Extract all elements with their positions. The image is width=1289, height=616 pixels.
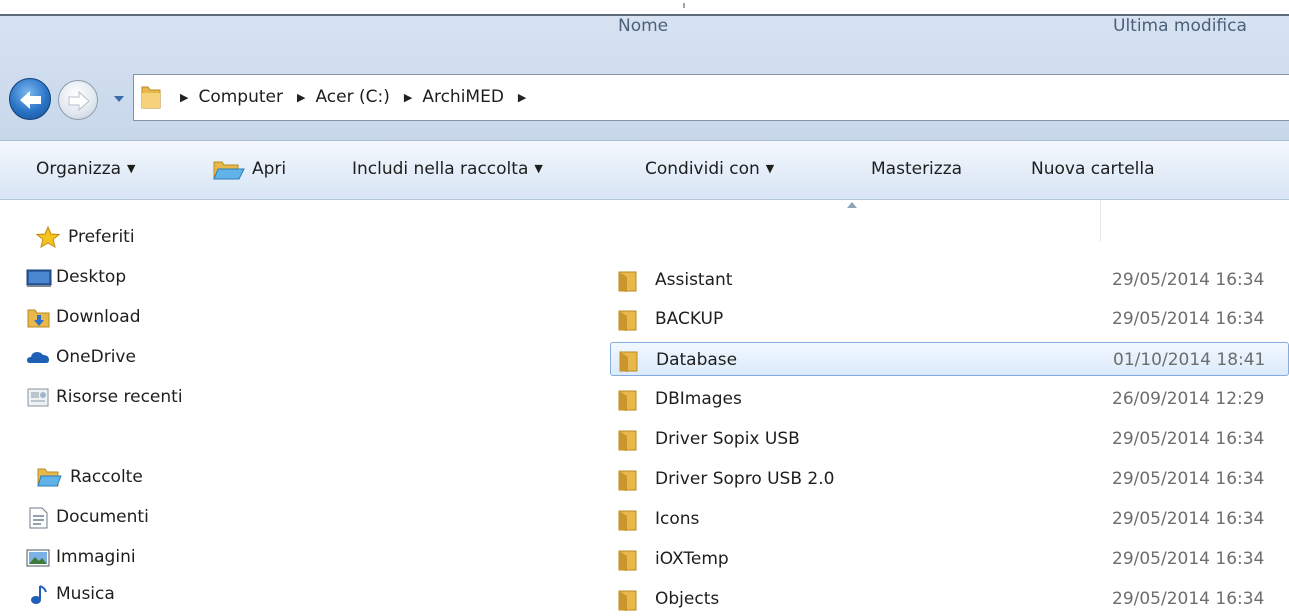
file-row[interactable]: iOXTemp 29/05/2014 16:34 <box>610 542 1289 576</box>
file-name: Icons <box>655 509 700 529</box>
folder-icon <box>618 550 637 571</box>
chevron-down-icon: ▼ <box>127 162 136 175</box>
back-button[interactable] <box>9 78 51 120</box>
desktop-icon <box>26 269 52 287</box>
breadcrumb-arrow-icon[interactable]: ▶ <box>180 91 188 104</box>
sidebar-group-label: Raccolte <box>70 467 143 487</box>
sidebar-item-desktop[interactable]: Desktop <box>26 267 127 287</box>
include-in-library-button[interactable]: Includi nella raccolta ▼ <box>352 159 543 179</box>
new-folder-button[interactable]: Nuova cartella <box>1031 159 1155 179</box>
sidebar-item-label: Immagini <box>56 547 136 567</box>
libraries-icon <box>37 468 62 487</box>
pictures-icon <box>26 549 50 567</box>
file-row-selected[interactable]: Database 01/10/2014 18:41 <box>610 342 1289 376</box>
file-row[interactable]: Driver Sopix USB 29/05/2014 16:34 <box>610 422 1289 456</box>
sidebar-item-label: Documenti <box>56 507 149 527</box>
music-icon <box>31 585 47 604</box>
open-folder-icon[interactable] <box>212 158 246 182</box>
file-row[interactable]: Objects 29/05/2014 16:34 <box>610 582 1289 616</box>
sidebar-item-label: Download <box>56 307 141 327</box>
file-name: Objects <box>655 589 720 609</box>
file-name: Database <box>656 350 738 370</box>
sidebar-item-music[interactable]: Musica <box>31 584 115 604</box>
breadcrumb-archimed[interactable]: ArchiMED <box>422 87 504 107</box>
sort-ascending-icon <box>847 202 857 208</box>
window-grip <box>683 3 685 8</box>
file-name: BACKUP <box>655 309 724 329</box>
documents-icon <box>29 507 48 529</box>
onedrive-icon <box>27 352 49 363</box>
breadcrumb: ▶ Computer ▶ Acer (C:) ▶ ArchiMED ▶ <box>180 87 536 107</box>
file-name: Driver Sopix USB <box>655 429 800 449</box>
breadcrumb-arrow-icon[interactable]: ▶ <box>518 91 526 104</box>
sidebar-group-favorites[interactable]: Preferiti <box>36 226 135 248</box>
sidebar-group-libraries[interactable]: Raccolte <box>36 466 143 488</box>
chevron-down-icon: ▼ <box>765 162 775 175</box>
file-row[interactable]: Driver Sopro USB 2.0 29/05/2014 16:34 <box>610 462 1289 496</box>
file-modified: 26/09/2014 12:29 <box>1112 389 1265 409</box>
window-top-edge <box>0 0 1289 16</box>
recent-pages-chevron-icon[interactable] <box>113 93 125 105</box>
folder-icon <box>618 590 637 611</box>
open-button[interactable]: Apri <box>252 159 286 179</box>
chevron-down-icon: ▼ <box>534 162 543 175</box>
file-modified: 29/05/2014 16:34 <box>1112 469 1265 489</box>
column-divider[interactable] <box>1100 200 1101 242</box>
burn-button[interactable]: Masterizza <box>871 159 962 179</box>
breadcrumb-arrow-icon[interactable]: ▶ <box>297 91 305 104</box>
sidebar-item-label: Musica <box>56 584 115 604</box>
breadcrumb-arrow-icon[interactable]: ▶ <box>404 91 412 104</box>
sidebar-item-pictures[interactable]: Immagini <box>26 547 136 567</box>
file-modified: 29/05/2014 16:34 <box>1112 589 1265 609</box>
file-modified: 29/05/2014 16:34 <box>1112 429 1265 449</box>
sidebar-item-recent-places[interactable]: Risorse recenti <box>27 387 183 407</box>
address-box[interactable]: ▶ Computer ▶ Acer (C:) ▶ ArchiMED ▶ <box>133 74 1289 121</box>
file-modified: 29/05/2014 16:34 <box>1112 549 1265 569</box>
file-name: iOXTemp <box>655 549 729 569</box>
sidebar-item-documents[interactable]: Documenti <box>29 507 149 529</box>
folder-icon <box>141 86 161 109</box>
include-in-library-label: Includi nella raccolta <box>352 159 529 179</box>
sidebar-item-label: Desktop <box>56 267 127 287</box>
sidebar-item-download[interactable]: Download <box>27 307 141 328</box>
file-modified: 29/05/2014 16:34 <box>1112 509 1265 529</box>
sidebar-item-label: Risorse recenti <box>56 387 183 407</box>
folder-icon <box>618 390 637 411</box>
forward-arrow-icon <box>68 90 90 112</box>
breadcrumb-drive[interactable]: Acer (C:) <box>315 87 389 107</box>
folder-icon <box>619 351 638 372</box>
star-icon <box>36 226 60 248</box>
file-name: Driver Sopro USB 2.0 <box>655 469 835 489</box>
sidebar-item-label: OneDrive <box>56 347 136 367</box>
organize-button[interactable]: Organizza ▼ <box>36 159 136 179</box>
share-with-label: Condividi con <box>645 159 760 179</box>
sidebar-group-label: Preferiti <box>68 227 135 247</box>
file-modified: 29/05/2014 16:34 <box>1112 270 1265 290</box>
file-row[interactable]: BACKUP 29/05/2014 16:34 <box>610 302 1289 336</box>
organize-label: Organizza <box>36 159 122 179</box>
file-row[interactable]: Icons 29/05/2014 16:34 <box>610 502 1289 536</box>
folder-icon <box>618 470 637 491</box>
file-modified: 01/10/2014 18:41 <box>1113 350 1266 370</box>
share-with-button[interactable]: Condividi con ▼ <box>645 159 774 179</box>
folder-icon <box>618 430 637 451</box>
file-row[interactable]: DBImages 26/09/2014 12:29 <box>610 382 1289 416</box>
breadcrumb-computer[interactable]: Computer <box>198 87 283 107</box>
back-arrow-icon <box>20 91 41 109</box>
column-header-modified[interactable]: Ultima modifica <box>1113 16 1247 36</box>
sidebar-item-onedrive[interactable]: OneDrive <box>27 347 136 367</box>
folder-icon <box>618 271 637 292</box>
file-name: DBImages <box>655 389 742 409</box>
recent-places-icon <box>27 388 49 407</box>
command-bar: Organizza ▼ Apri Includi nella raccolta ▼ … <box>0 140 1289 200</box>
forward-button[interactable] <box>58 80 98 120</box>
file-row[interactable]: Assistant 29/05/2014 16:34 <box>610 263 1289 297</box>
column-header-name[interactable]: Nome <box>618 16 668 36</box>
download-folder-icon <box>27 309 50 328</box>
folder-icon <box>618 510 637 531</box>
file-modified: 29/05/2014 16:34 <box>1112 309 1265 329</box>
file-name: Assistant <box>655 270 733 290</box>
folder-icon <box>618 310 637 331</box>
